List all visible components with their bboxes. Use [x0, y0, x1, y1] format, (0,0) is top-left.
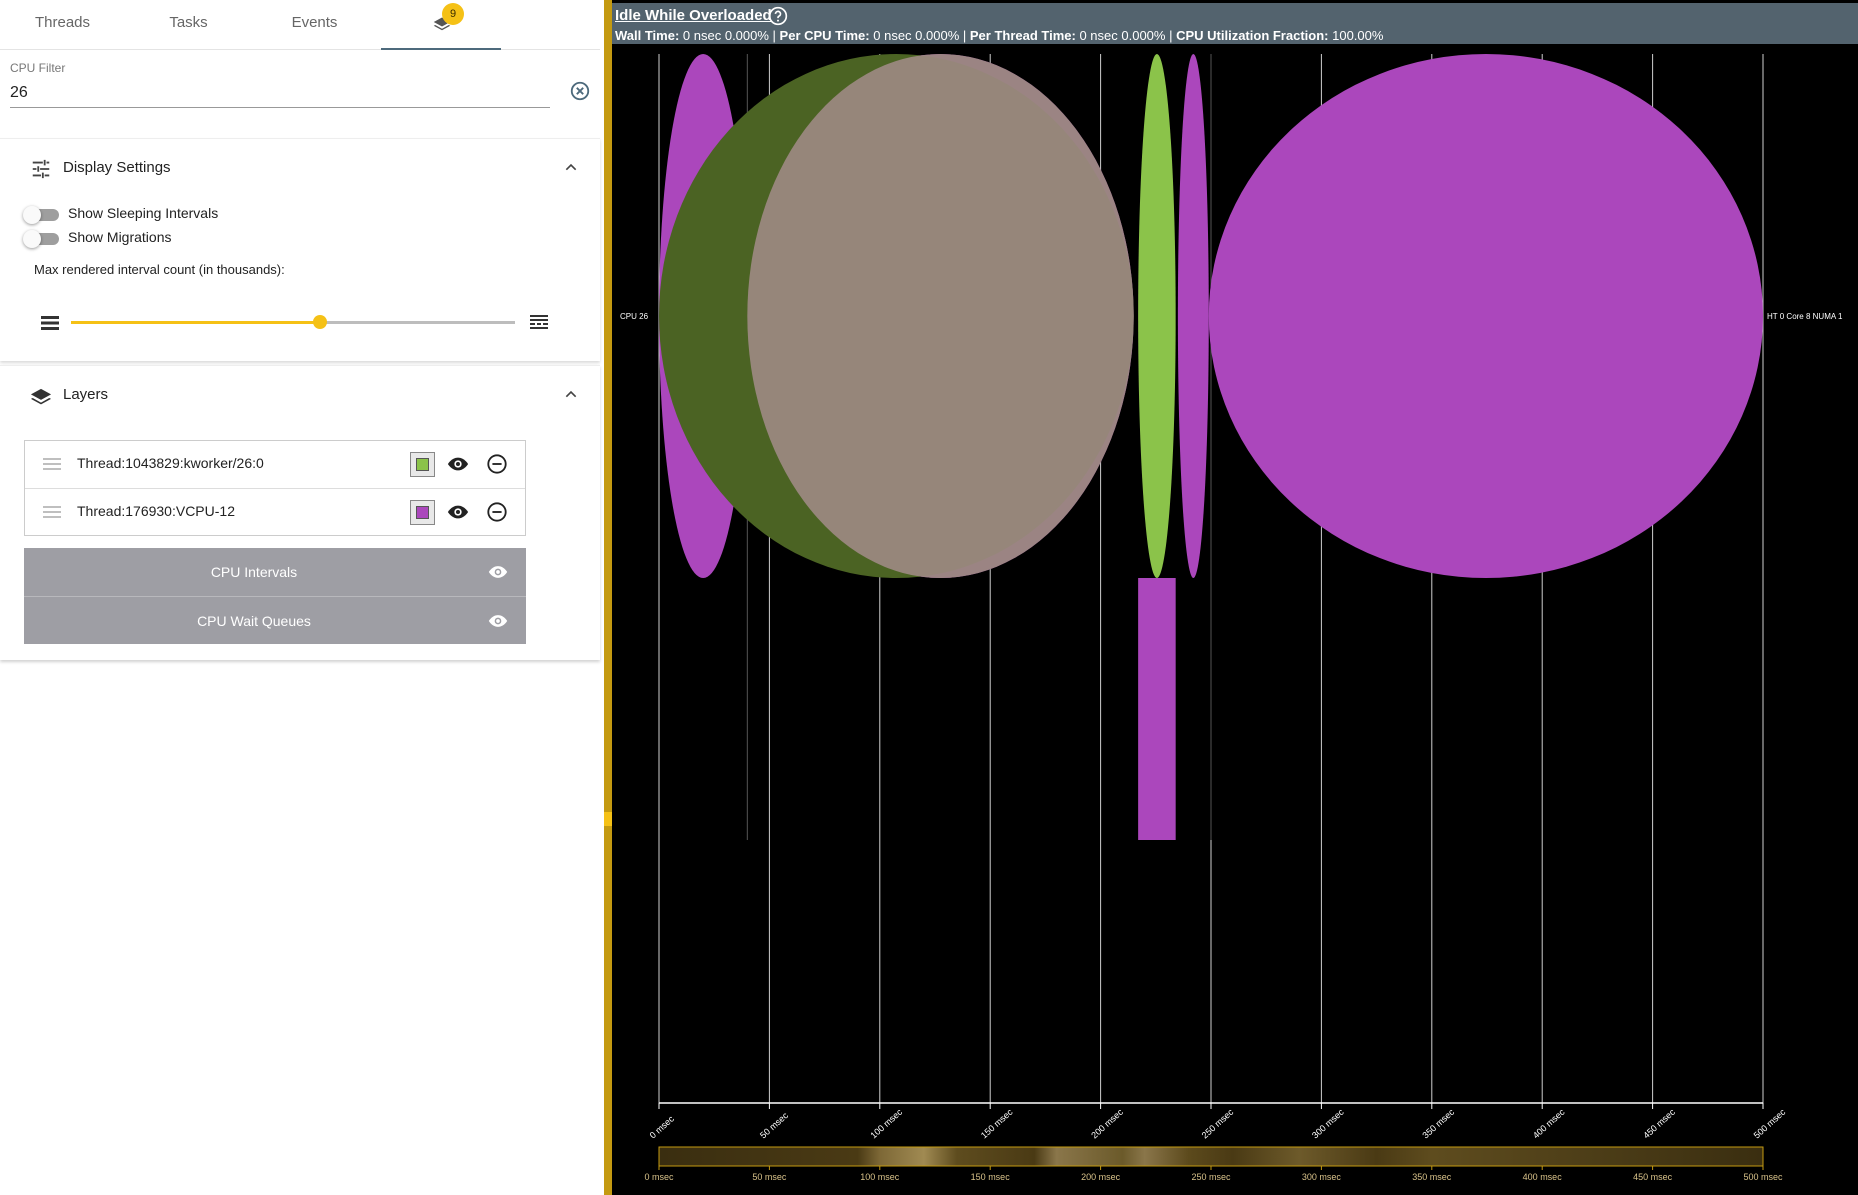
- layer-color-swatch: [416, 506, 429, 519]
- timeline-plot[interactable]: CPU 26 HT 0 Core 8 NUMA 1 0 msec 50 msec 100…: [612, 0, 1858, 1195]
- cpu-intervals-layer[interactable]: CPU Intervals: [24, 548, 526, 596]
- wall-time-key: Wall Time:: [615, 28, 680, 43]
- clear-filter-icon[interactable]: [569, 80, 591, 102]
- row-label-left: CPU 26: [620, 312, 649, 321]
- x-tick-label: 100 msec: [868, 1107, 904, 1141]
- show-migrations-label: Show Migrations: [68, 229, 172, 245]
- cpu-filter-input[interactable]: [10, 78, 550, 108]
- layer-color-picker[interactable]: [410, 452, 435, 477]
- wait-queue-mark: [1138, 578, 1176, 840]
- interval-mark: [747, 54, 1134, 578]
- overview-tick-label: 0 msec: [644, 1172, 674, 1182]
- overview-tick-label: 400 msec: [1523, 1172, 1563, 1182]
- panel-resize-divider[interactable]: [604, 0, 612, 1195]
- cpu-intervals-label: CPU Intervals: [210, 564, 298, 580]
- slider-thumb[interactable]: [312, 315, 327, 329]
- drag-handle-icon[interactable]: [43, 505, 61, 519]
- overview-tick-label: 100 msec: [860, 1172, 900, 1182]
- x-tick-label: 50 msec: [758, 1110, 790, 1141]
- density-low-icon: [41, 316, 59, 330]
- per-thread-time-key: Per Thread Time:: [969, 28, 1076, 43]
- layer-name: Thread:176930:VCPU-12: [77, 503, 235, 519]
- row-label-right: HT 0 Core 8 NUMA 1: [1767, 312, 1843, 321]
- x-tick-label: 450 msec: [1641, 1107, 1677, 1141]
- x-tick-label: 400 msec: [1531, 1107, 1567, 1141]
- layers-count-badge: 9: [442, 3, 464, 25]
- drag-handle-icon[interactable]: [43, 457, 61, 471]
- chevron-up-icon[interactable]: [563, 159, 579, 175]
- chart-title[interactable]: Idle While Overloaded: [615, 7, 772, 24]
- x-tick-label: 350 msec: [1420, 1107, 1456, 1141]
- x-tick-label: 150 msec: [979, 1107, 1015, 1141]
- layer-name: Thread:1043829:kworker/26:0: [77, 455, 264, 471]
- tab-threads[interactable]: Threads: [0, 0, 125, 50]
- tune-icon: [32, 159, 50, 179]
- slider-fill: [71, 321, 320, 324]
- layers-panel: Layers Thread:1043829:kworker/26:0 Threa…: [0, 365, 600, 660]
- overview-tick-label: 350 msec: [1412, 1172, 1452, 1182]
- help-icon[interactable]: [768, 6, 788, 26]
- layer-row[interactable]: Thread:1043829:kworker/26:0: [25, 441, 525, 488]
- cpu-wait-queues-label: CPU Wait Queues: [197, 613, 311, 629]
- remove-circle-icon[interactable]: [486, 501, 508, 523]
- show-migrations-toggle[interactable]: [23, 230, 59, 248]
- chart-header: Idle While Overloaded Wall Time: 0 nsec …: [612, 3, 1858, 44]
- eye-icon[interactable]: [486, 611, 510, 631]
- overview-tick-label: 450 msec: [1633, 1172, 1673, 1182]
- overview-tick-label: 150 msec: [971, 1172, 1011, 1182]
- cpu-filter-label: CPU Filter: [10, 61, 66, 75]
- chevron-up-icon[interactable]: [563, 386, 579, 402]
- overview-tick-label: 200 msec: [1081, 1172, 1121, 1182]
- x-tick-label: 0 msec: [648, 1113, 677, 1140]
- eye-icon[interactable]: [486, 562, 510, 582]
- x-tick-label: 250 msec: [1200, 1107, 1236, 1141]
- layers-title[interactable]: Layers: [63, 386, 108, 403]
- divider-handle[interactable]: [604, 812, 612, 826]
- per-thread-time-value: 0 nsec 0.000%: [1079, 28, 1166, 43]
- overview-tick-label: 50 msec: [752, 1172, 787, 1182]
- show-sleeping-label: Show Sleeping Intervals: [68, 205, 219, 221]
- sidebar: Threads Tasks Events 9 CPU Filter Displa…: [0, 0, 600, 1195]
- overview-tick-label: 250 msec: [1191, 1172, 1231, 1182]
- overview-tick-label: 500 msec: [1743, 1172, 1783, 1182]
- tab-layers[interactable]: 9: [381, 0, 501, 50]
- per-cpu-time-value: 0 nsec 0.000%: [873, 28, 960, 43]
- timeline-chart[interactable]: CPU 26 HT 0 Core 8 NUMA 1 0 msec 50 msec 100…: [612, 0, 1858, 1195]
- show-sleeping-toggle[interactable]: [23, 206, 59, 224]
- layer-color-swatch: [416, 458, 429, 471]
- x-tick-label: 500 msec: [1752, 1107, 1788, 1141]
- wall-time-value: 0 nsec 0.000%: [682, 28, 769, 43]
- x-tick-label: 300 msec: [1310, 1107, 1346, 1141]
- overview-brush[interactable]: [658, 1146, 1764, 1167]
- overview-tick-label: 300 msec: [1302, 1172, 1342, 1182]
- tab-tasks[interactable]: Tasks: [125, 0, 252, 50]
- slider-label: Max rendered interval count (in thousand…: [34, 262, 285, 277]
- layer-list: Thread:1043829:kworker/26:0 Thread:17693…: [24, 440, 526, 536]
- cpu-utilization-value: 100.00%: [1332, 28, 1384, 43]
- interval-mark: [1177, 54, 1209, 578]
- interval-mark: [1208, 54, 1763, 578]
- eye-icon[interactable]: [446, 453, 470, 475]
- max-interval-slider[interactable]: [71, 315, 515, 329]
- layer-row[interactable]: Thread:176930:VCPU-12: [25, 488, 525, 535]
- tab-bar: Threads Tasks Events 9: [0, 0, 600, 50]
- cpu-wait-queues-layer[interactable]: CPU Wait Queues: [24, 596, 526, 644]
- remove-circle-icon[interactable]: [486, 453, 508, 475]
- display-settings-title[interactable]: Display Settings: [63, 159, 171, 176]
- eye-icon[interactable]: [446, 501, 470, 523]
- density-high-icon: [530, 315, 548, 329]
- interval-mark: [1138, 54, 1176, 578]
- cpu-utilization-key: CPU Utilization Fraction:: [1176, 28, 1329, 43]
- layer-color-picker[interactable]: [410, 500, 435, 525]
- x-tick-label: 200 msec: [1089, 1107, 1125, 1141]
- layers-icon: [30, 388, 52, 405]
- tab-events[interactable]: Events: [252, 0, 377, 50]
- chart-stats: Wall Time: 0 nsec 0.000% | Per CPU Time:…: [615, 28, 1384, 43]
- display-settings-panel: Display Settings Show Sleeping Intervals…: [0, 138, 600, 361]
- per-cpu-time-key: Per CPU Time:: [779, 28, 870, 43]
